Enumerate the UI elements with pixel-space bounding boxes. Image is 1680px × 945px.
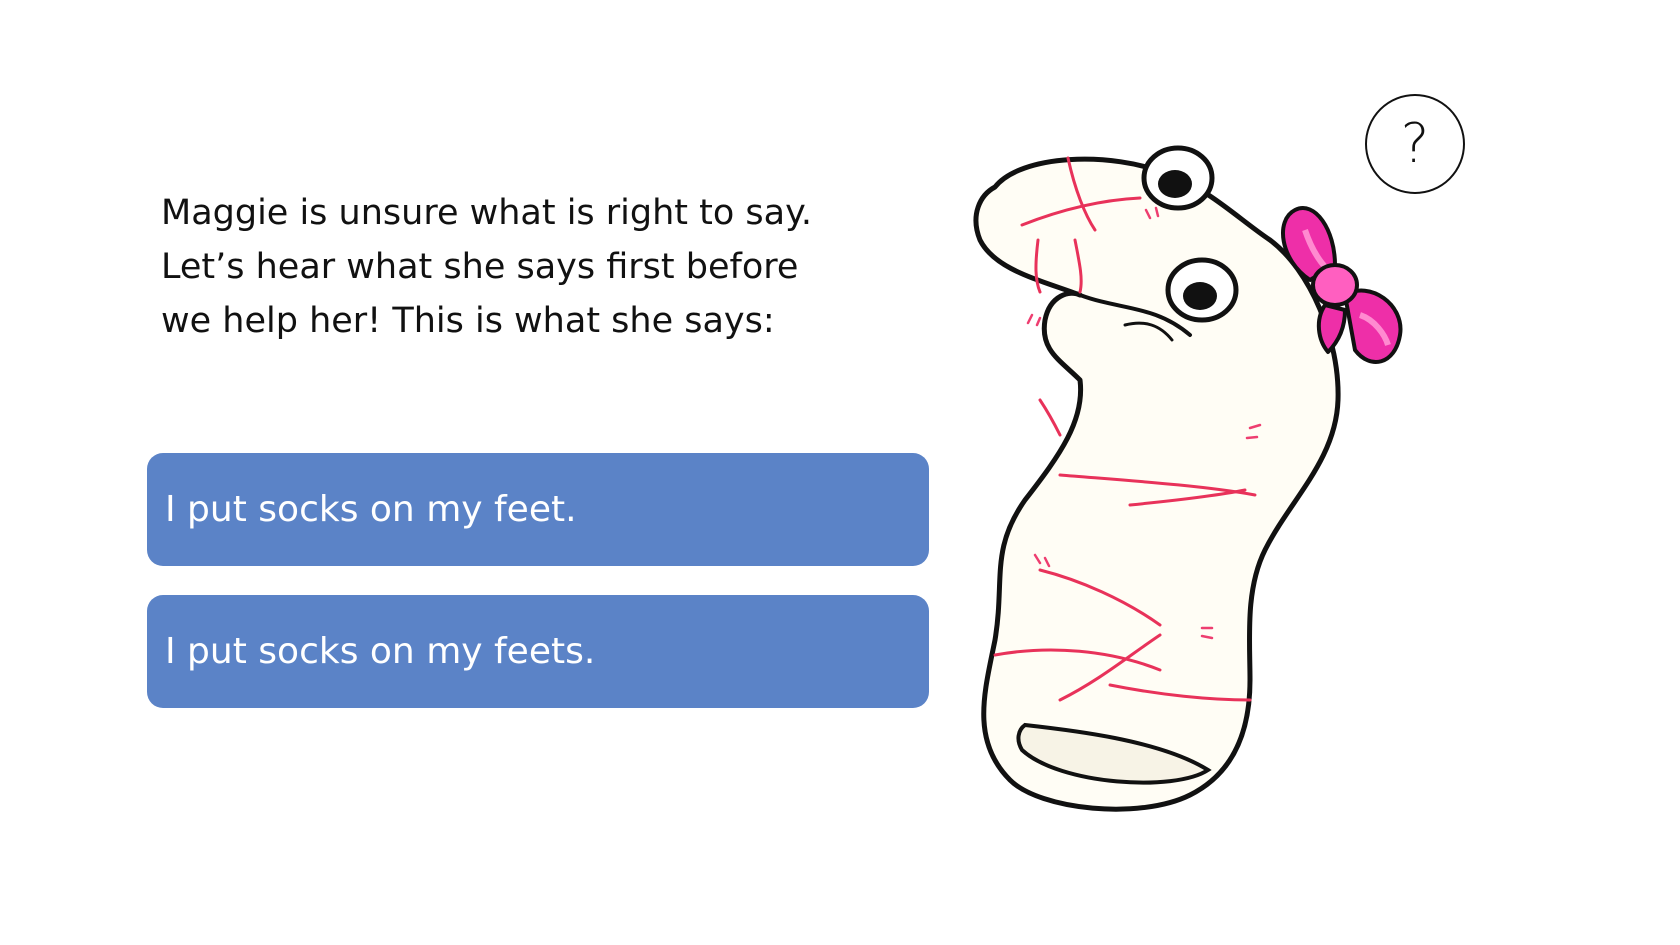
choice-button-1[interactable]: I put socks on my feet. [147,453,929,566]
eye-top [1141,145,1215,211]
choice-label: I put socks on my feets. [165,631,596,672]
choice-button-2[interactable]: I put socks on my feets. [147,595,929,708]
prompt-text: Maggie is unsure what is right to say. L… [161,193,812,341]
eye-bottom [1165,257,1239,323]
question-mark-glyph: ? [1400,112,1430,175]
question-mark-icon: ? [1365,94,1465,194]
choice-label: I put socks on my feet. [165,489,577,530]
slide: Maggie is unsure what is right to say. L… [0,0,1680,945]
